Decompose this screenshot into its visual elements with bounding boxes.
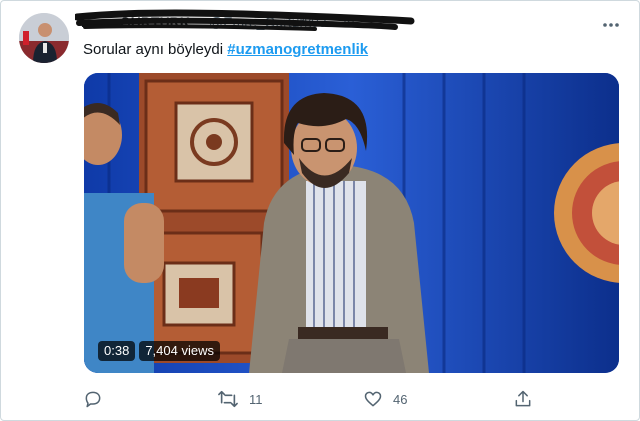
like-button[interactable]: 46	[363, 387, 407, 411]
retweet-icon	[217, 389, 239, 409]
more-horizontal-icon[interactable]	[601, 15, 621, 35]
video-views: 7,404 views	[139, 341, 220, 361]
tweet-text: Sorular aynı böyleydi #uzmanogretmenlik	[83, 41, 368, 58]
tweet-card[interactable]: Emre GÜRTÜRK @Emre_Gurturk93 · 2h Sorula…	[0, 0, 640, 421]
hashtag-link[interactable]: #uzmanogretmenlik	[227, 41, 368, 58]
share-button[interactable]	[513, 387, 533, 411]
reply-button[interactable]	[83, 387, 113, 411]
video-player[interactable]: 0:38 7,404 views	[84, 73, 619, 373]
avatar[interactable]	[19, 13, 69, 63]
retweet-count: 11	[249, 391, 263, 407]
share-icon	[513, 389, 533, 409]
like-count: 46	[393, 391, 408, 407]
video-meta: 0:38 7,404 views	[98, 341, 220, 361]
tweet-header: Emre GÜRTÜRK @Emre_Gurturk93 · 2h	[75, 9, 581, 31]
tweet-body: Sorular aynı böyleydi	[83, 41, 224, 58]
action-bar: 11 46	[1, 387, 640, 411]
redaction-scribble	[75, 9, 415, 31]
video-duration: 0:38	[98, 341, 136, 361]
retweet-button[interactable]: 11	[217, 387, 263, 411]
reply-icon	[83, 389, 103, 409]
heart-icon	[363, 389, 383, 409]
video-frame	[84, 73, 619, 373]
